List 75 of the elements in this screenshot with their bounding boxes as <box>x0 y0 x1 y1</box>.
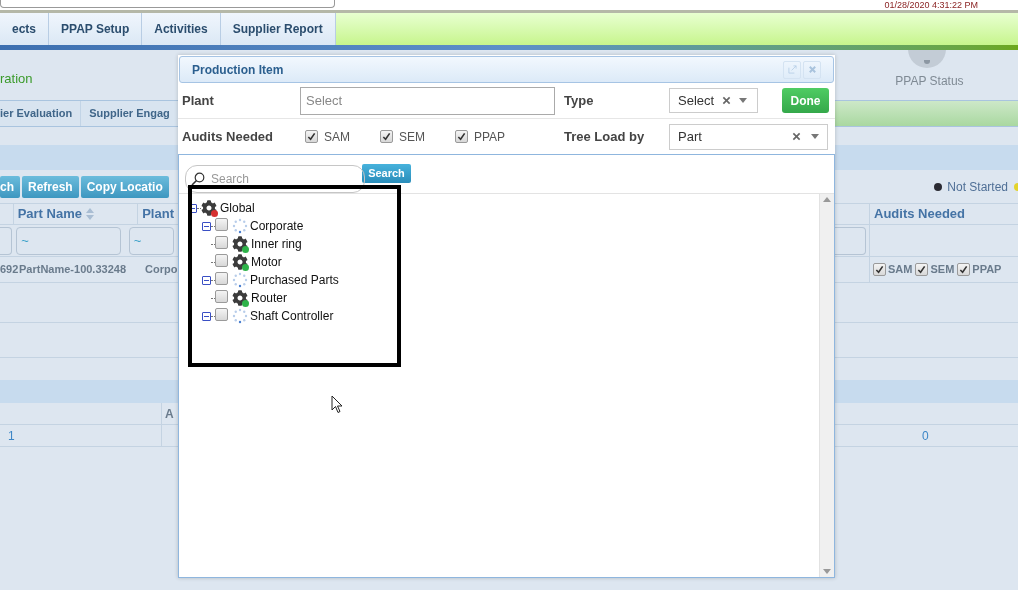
filter-field[interactable] <box>835 226 866 255</box>
audit-label: SAM <box>324 128 350 146</box>
top-input-field[interactable] <box>0 0 335 8</box>
dotted-circle-icon <box>232 272 248 288</box>
field-label: Audits Needed <box>182 127 274 146</box>
filter-field[interactable] <box>0 226 13 255</box>
gear-plus-icon <box>232 253 249 271</box>
sort-icon[interactable] <box>85 208 94 220</box>
cursor-icon <box>331 395 343 414</box>
status-label: PPAP Status <box>895 73 964 90</box>
nav-tab[interactable]: PPAP Setup <box>49 13 143 45</box>
checkbox[interactable] <box>957 263 971 276</box>
column-header[interactable]: Plant <box>142 204 174 224</box>
column-header[interactable]: Part Name <box>17 204 82 224</box>
checkbox[interactable] <box>873 263 886 276</box>
page-title: ration <box>0 69 33 88</box>
gear-plus-icon <box>232 289 249 307</box>
column-header[interactable]: Audits Needed <box>870 204 965 224</box>
dotted-circle-icon <box>232 308 248 324</box>
dotted-circle-icon <box>232 218 248 234</box>
gear-minus-icon <box>201 199 218 217</box>
clear-icon[interactable] <box>722 96 732 105</box>
checkbox[interactable] <box>215 236 228 249</box>
date-time: 01/28/2020 4:31:22 PM <box>884 0 978 10</box>
caret-icon[interactable] <box>811 134 819 139</box>
scrollbar[interactable] <box>819 194 834 577</box>
field-label: Plant <box>182 91 215 110</box>
gear-plus-icon <box>232 235 249 253</box>
clear-icon[interactable] <box>792 132 801 141</box>
scroll-up-icon[interactable] <box>823 197 831 202</box>
checkbox[interactable] <box>305 130 318 143</box>
nav-tab[interactable]: Supplier Report <box>220 13 336 45</box>
tree-item-label[interactable]: Purchased Parts <box>250 271 339 289</box>
checkbox[interactable] <box>915 263 929 276</box>
tree-item-label[interactable]: Global <box>220 199 255 217</box>
collapse-icon[interactable] <box>202 221 211 231</box>
audit-label: SEM <box>399 128 425 146</box>
field-label: Type <box>564 91 595 110</box>
checkbox[interactable] <box>215 272 228 285</box>
nav-tab[interactable]: ects <box>0 13 50 45</box>
table-cell-text: 692 <box>0 262 18 278</box>
table-cell-text: 0 <box>922 427 929 445</box>
tree-item-label[interactable]: Motor <box>251 253 282 271</box>
checkbox[interactable] <box>215 308 228 321</box>
caret-icon[interactable] <box>739 98 748 103</box>
close-icon[interactable] <box>803 60 821 79</box>
tree-load-select[interactable]: Part <box>669 123 828 150</box>
checkbox[interactable] <box>455 130 468 143</box>
audit-label: SAM <box>888 262 913 278</box>
scroll-down-icon[interactable] <box>823 569 831 574</box>
field-label: Tree Load by <box>564 127 646 146</box>
table-cell-text: Corpo <box>145 262 178 278</box>
audit-label: SEM <box>930 262 955 278</box>
legend-label: Not Started <box>947 178 1008 196</box>
search-field[interactable]: Search <box>185 165 365 193</box>
collapse-icon[interactable] <box>202 275 211 285</box>
table-cell-text: 1 <box>8 427 15 445</box>
tree-item-label[interactable]: Corporate <box>250 217 304 235</box>
checkbox[interactable] <box>215 254 228 267</box>
collapse-icon[interactable] <box>202 311 211 321</box>
audit-label: PPAP <box>972 262 1002 278</box>
type-select[interactable]: Select <box>669 88 758 113</box>
tree-item-label[interactable]: Router <box>251 289 288 307</box>
sub-tab[interactable]: ier Evaluation <box>0 101 82 126</box>
plant-field[interactable]: Select <box>300 86 555 115</box>
search-icon <box>191 172 205 186</box>
audit-label: PPAP <box>474 128 506 146</box>
dialog-title: Production Item <box>192 61 284 79</box>
checkbox[interactable] <box>215 218 228 231</box>
checkbox[interactable] <box>215 290 228 303</box>
table-cell-text: PartName-100.33248 <box>19 262 128 278</box>
checkbox[interactable] <box>380 130 393 143</box>
nav-tab[interactable]: Activities <box>142 13 221 45</box>
tree-item-label[interactable]: Shaft Controller <box>250 307 334 325</box>
tree-item-label[interactable]: Inner ring <box>251 235 302 253</box>
